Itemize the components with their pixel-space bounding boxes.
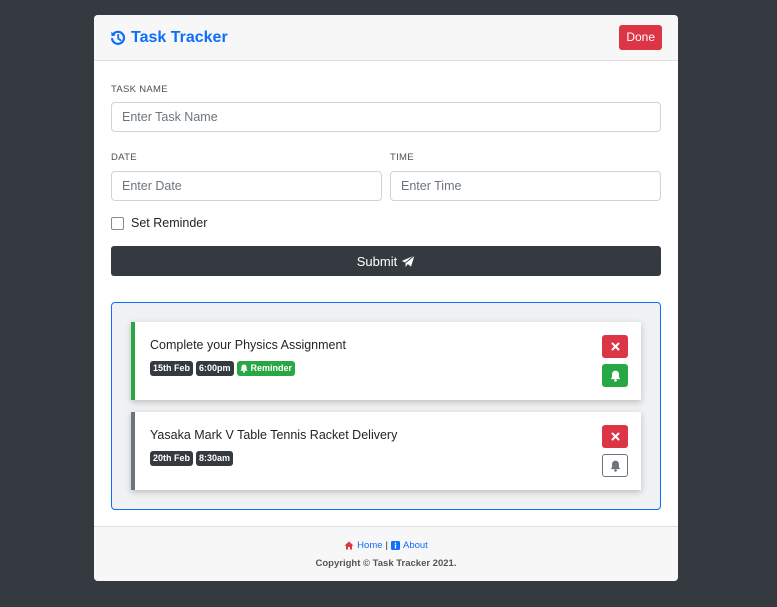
- app-title: Task Tracker: [131, 29, 228, 46]
- copyright-text: Copyright © Task Tracker 2021.: [315, 558, 457, 569]
- time-label: TIME: [390, 152, 414, 163]
- task-time-badge: 6:00pm: [196, 361, 234, 376]
- close-icon: [611, 342, 619, 351]
- card-footer: Home | About Copyright © Task Tracker 20…: [94, 526, 678, 581]
- date-label: DATE: [111, 152, 137, 163]
- task-title: Complete your Physics Assignment: [150, 338, 346, 352]
- task-title: Yasaka Mark V Table Tennis Racket Delive…: [150, 428, 398, 442]
- task-name-label: TASK NAME: [111, 84, 168, 95]
- bell-icon: [610, 460, 620, 472]
- task-date-badge: 20th Feb: [150, 451, 194, 466]
- reminder-badge-label: Reminder: [250, 363, 293, 373]
- task-item[interactable]: Complete your Physics Assignment 15th Fe…: [131, 322, 641, 400]
- toggle-reminder-button[interactable]: [602, 454, 628, 477]
- history-icon: [111, 30, 126, 45]
- delete-task-button[interactable]: [602, 335, 628, 358]
- time-input[interactable]: [390, 171, 661, 201]
- task-name-input[interactable]: [111, 102, 661, 132]
- about-link-label: About: [402, 540, 428, 551]
- toggle-reminder-button[interactable]: [602, 364, 628, 387]
- close-icon: [611, 432, 619, 441]
- set-reminder-label[interactable]: Set Reminder: [131, 216, 207, 230]
- reminder-badge: Reminder: [236, 361, 296, 376]
- task-badges: 15th Feb 6:00pm Reminder: [150, 361, 298, 376]
- task-badges: 20th Feb 8:30am: [150, 451, 236, 466]
- bell-icon: [239, 364, 248, 373]
- reminder-row: Set Reminder: [111, 216, 207, 230]
- about-link[interactable]: About: [390, 540, 428, 551]
- footer-links: Home | About: [94, 540, 678, 551]
- task-list: Complete your Physics Assignment 15th Fe…: [111, 302, 661, 510]
- bell-icon: [610, 370, 620, 382]
- footer-separator: |: [385, 540, 388, 551]
- done-button[interactable]: Done: [619, 25, 662, 50]
- task-date-badge: 15th Feb: [150, 361, 194, 376]
- task-tracker-card: Task Tracker Done TASK NAME DATE TIME Se…: [94, 15, 678, 581]
- app-brand: Task Tracker: [110, 29, 228, 47]
- submit-label: Submit: [356, 253, 398, 269]
- home-icon: [344, 541, 354, 550]
- paper-plane-icon: [402, 254, 416, 267]
- submit-button[interactable]: Submit: [111, 246, 661, 276]
- home-link[interactable]: Home: [344, 540, 383, 551]
- card-header: Task Tracker Done: [94, 15, 678, 61]
- info-icon: [390, 541, 400, 550]
- task-item[interactable]: Yasaka Mark V Table Tennis Racket Delive…: [131, 412, 641, 490]
- set-reminder-checkbox[interactable]: [111, 216, 124, 230]
- home-link-label: Home: [357, 540, 383, 551]
- delete-task-button[interactable]: [602, 425, 628, 448]
- date-input[interactable]: [111, 171, 382, 201]
- task-time-badge: 8:30am: [196, 451, 234, 466]
